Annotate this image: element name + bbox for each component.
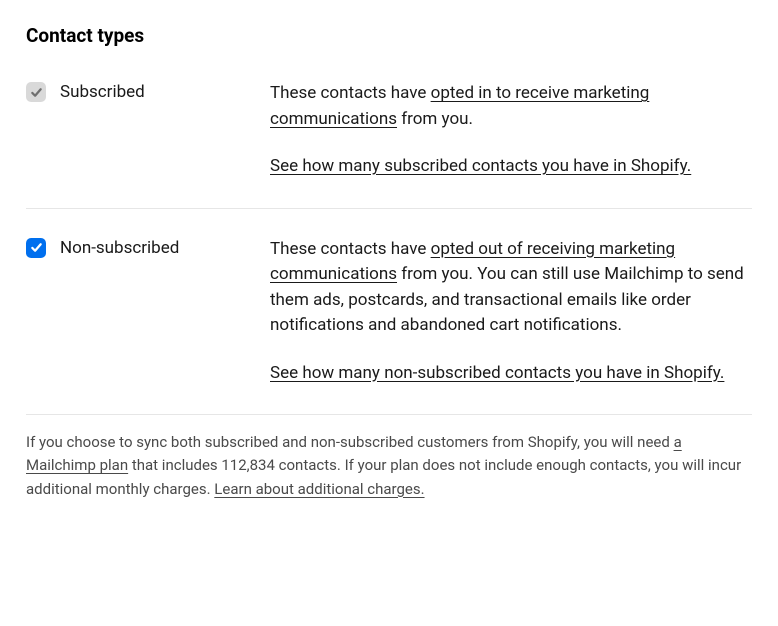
nonsubscribed-desc-pre: These contacts have [270,239,431,259]
section-heading: Contact types [26,24,752,47]
check-icon [30,241,43,254]
additional-charges-link[interactable]: Learn about additional charges. [214,480,424,498]
check-icon [30,86,43,99]
subscribed-description: These contacts have opted in to receive … [270,81,752,132]
contact-type-nonsubscribed-row: Non-subscribed These contacts have opted… [26,209,752,415]
nonsubscribed-label: Non-subscribed [60,237,179,259]
footer-text-1: If you choose to sync both subscribed an… [26,433,674,451]
subscribed-label: Subscribed [60,81,145,103]
nonsubscribed-description: These contacts have opted out of receivi… [270,237,752,339]
subscribed-count-link[interactable]: See how many subscribed contacts you hav… [270,156,691,176]
nonsubscribed-checkbox[interactable] [26,238,46,258]
subscribed-checkbox [26,82,46,102]
contact-type-subscribed-row: Subscribed These contacts have opted in … [26,81,752,208]
sync-warning-footer: If you choose to sync both subscribed an… [26,415,752,501]
subscribed-desc-post: from you. [397,109,473,129]
nonsubscribed-count-link[interactable]: See how many non-subscribed contacts you… [270,363,724,383]
subscribed-desc-pre: These contacts have [270,83,431,103]
